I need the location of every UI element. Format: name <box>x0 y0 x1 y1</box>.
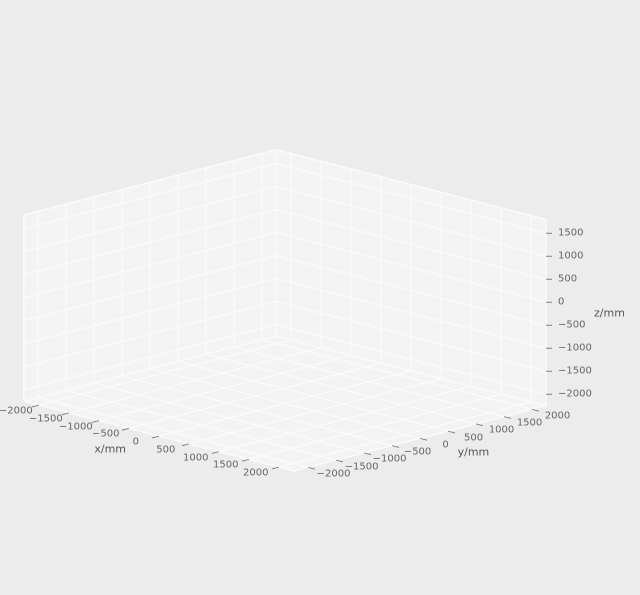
z-tick-label: 1000 <box>558 251 583 262</box>
y-tick-label: 1000 <box>489 425 514 436</box>
x-tick-label: −1000 <box>59 421 93 432</box>
x-tick-label: 0 <box>133 437 139 448</box>
z-tick-label: −1500 <box>558 366 592 377</box>
x-axis-label: x/mm <box>94 442 126 455</box>
x-tick-label: −2000 <box>0 406 33 417</box>
y-tick-label: −500 <box>404 447 431 458</box>
z-tick-label: 0 <box>558 297 564 308</box>
x-tick-label: 500 <box>156 444 175 455</box>
z-tick-label: −2000 <box>558 389 592 400</box>
x-tick-label: 1000 <box>183 452 208 463</box>
x-tick-label: 2000 <box>243 468 268 479</box>
z-axis-label: z/mm <box>594 306 625 319</box>
axes-grid-svg <box>0 0 640 595</box>
chart-3d-axes: −2000−1500−1000−5000500100015002000−2000… <box>0 0 640 595</box>
y-tick-label: 1500 <box>517 418 542 429</box>
y-tick-label: 2000 <box>545 410 570 421</box>
y-tick-label: 0 <box>442 439 448 450</box>
z-tick-label: −1000 <box>558 343 592 354</box>
z-tick-label: 500 <box>558 274 577 285</box>
y-tick-label: 500 <box>464 432 483 443</box>
x-tick-label: −1500 <box>29 413 63 424</box>
z-tick-label: 1500 <box>558 228 583 239</box>
y-tick-label: −1000 <box>373 454 407 465</box>
x-tick-label: −500 <box>92 429 119 440</box>
x-tick-label: 1500 <box>213 460 238 471</box>
y-axis-label: y/mm <box>458 446 490 459</box>
z-tick-label: −500 <box>558 320 585 331</box>
